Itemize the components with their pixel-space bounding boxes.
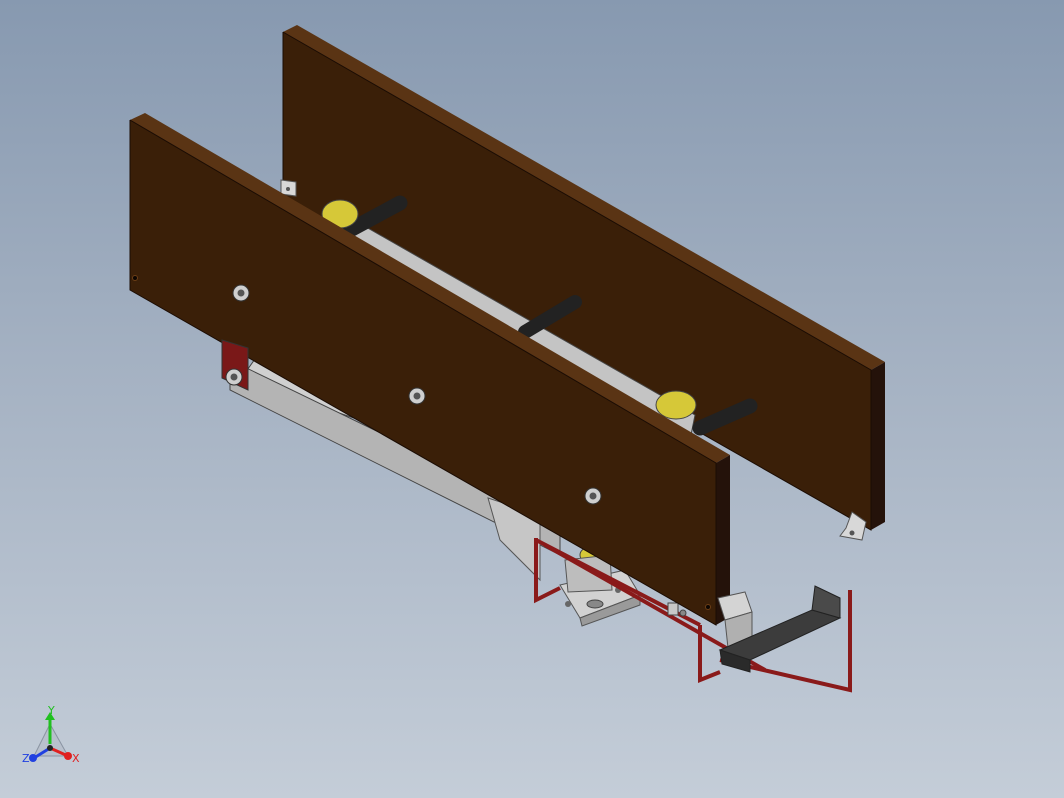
x-axis-label: X: [72, 752, 80, 765]
x-axis-tip: [64, 752, 72, 760]
z-axis-tip: [29, 754, 37, 762]
panel-bolt-2: [408, 387, 426, 405]
back-panel-tab-left: [280, 179, 297, 197]
y-axis-label: Y: [47, 704, 55, 717]
panel-bolt-1: [232, 284, 250, 302]
z-axis-label: Z: [22, 752, 30, 765]
axis-triad: Y Z X: [22, 704, 80, 765]
belt-end-cap: [221, 339, 249, 391]
panel-bolt-3: [584, 487, 602, 505]
cad-viewport[interactable]: Y Z X: [0, 0, 1064, 798]
triad-origin: [47, 745, 53, 751]
